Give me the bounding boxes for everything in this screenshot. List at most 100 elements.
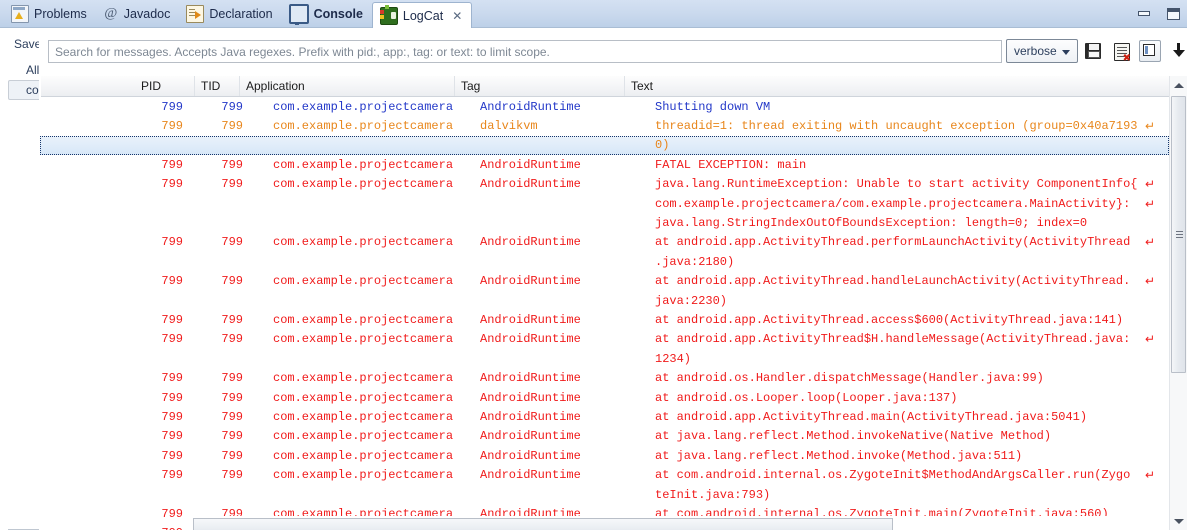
search-input[interactable]	[48, 40, 1002, 63]
cell-text: com.example.projectcamera/com.example.pr…	[655, 196, 1155, 211]
table-row[interactable]: 799 799 com.example.projectcamera AndroidRu…	[40, 446, 1169, 465]
cell-app: com.example.projectcamera	[273, 157, 454, 172]
table-row[interactable]: 799 799 com.example.projectcamera AndroidRu…	[40, 427, 1169, 446]
column-header-tid[interactable]: TID	[195, 76, 240, 96]
table-row[interactable]: 799 799 com.example.projectcamera AndroidRu…	[40, 330, 1169, 349]
vertical-scrollbar-thumb[interactable]	[1171, 96, 1186, 373]
cell-pid: 799	[161, 390, 183, 405]
tab-javadoc[interactable]: @ Javadoc	[96, 0, 180, 28]
wrap-indicator-icon: ↵	[1144, 235, 1155, 250]
table-body[interactable]: 799 799 com.example.projectcamera AndroidRu…	[40, 97, 1169, 530]
scroll-up-arrow-icon[interactable]	[1170, 76, 1187, 93]
table-row[interactable]: com.example.projectcamera/com.example.pr…	[40, 194, 1169, 213]
cell-app: com.example.projectcamera	[273, 409, 454, 424]
cell-text: .java:2180)	[655, 254, 735, 269]
filter-item-all-messages[interactable]: All messages (no filters)	[8, 60, 39, 80]
table-row[interactable]: 799 799 com.example.projectcamera AndroidRu…	[40, 368, 1169, 387]
cell-tag: AndroidRuntime	[480, 390, 581, 405]
table-row[interactable]: 799 799 com.example.projectcamera AndroidRu…	[40, 97, 1169, 116]
cell-app: com.example.projectcamera	[273, 468, 454, 483]
column-header-pid[interactable]: PID	[135, 76, 195, 96]
logcat-toolbar: verbose	[40, 36, 1187, 70]
log-level-select[interactable]: verbose	[1006, 39, 1078, 63]
table-header-row: PID TID Application Tag Text	[40, 76, 1187, 97]
cell-tid: 799	[221, 390, 243, 405]
declaration-icon	[186, 5, 205, 23]
cell-text: at android.app.ActivityThread.performLau…	[655, 235, 1155, 250]
tab-label: Declaration	[209, 7, 273, 21]
vertical-scrollbar[interactable]	[1169, 76, 1187, 530]
javadoc-icon: @	[104, 6, 118, 21]
cell-text: at java.lang.reflect.Method.invoke(Metho…	[655, 448, 1023, 463]
cell-tag: AndroidRuntime	[480, 312, 581, 327]
cell-tag: AndroidRuntime	[480, 99, 581, 114]
table-row[interactable]: 799 799 com.example.projectcamera dalvikvm t…	[40, 116, 1169, 135]
column-header-blank[interactable]	[40, 76, 135, 96]
cell-tid: 799	[221, 119, 243, 134]
cell-text: 1234)	[655, 351, 692, 366]
tab-console[interactable]: Console	[282, 0, 372, 28]
chevron-down-icon	[1062, 50, 1070, 55]
table-row[interactable]: 799 799 com.example.projectcamera AndroidRu…	[40, 407, 1169, 426]
table-row[interactable]: 799 799 com.example.projectcamera AndroidRu…	[40, 310, 1169, 329]
cell-tid: 799	[221, 157, 243, 172]
table-row[interactable]: 799 799 com.example.projectcamera AndroidRu…	[40, 272, 1169, 291]
tab-list: Problems @ Javadoc Declaration Console L…	[4, 0, 473, 28]
cell-tid: 799	[221, 429, 243, 444]
table-row[interactable]: .java:2180)	[40, 252, 1169, 271]
table-row[interactable]: 0)	[40, 135, 1169, 156]
cell-pid: 799	[161, 506, 183, 521]
horizontal-scrollbar-thumb[interactable]	[193, 518, 893, 530]
table-row[interactable]: 799 799 com.example.projectcamera AndroidRu…	[40, 465, 1169, 484]
minimize-icon[interactable]	[1137, 6, 1153, 22]
cell-pid: 799	[161, 119, 183, 134]
scroll-down-arrow-icon[interactable]	[1170, 513, 1187, 530]
cell-pid: 799	[161, 429, 183, 444]
column-header-tag[interactable]: Tag	[455, 76, 625, 96]
table-row[interactable]: java:2230)	[40, 291, 1169, 310]
display-saved-filters-button[interactable]	[1139, 40, 1161, 62]
cell-tid: 799	[221, 312, 243, 327]
close-icon[interactable]: ✕	[452, 10, 462, 22]
cell-text: at android.app.ActivityThread.handleLaun…	[655, 274, 1155, 289]
cell-tag: AndroidRuntime	[480, 409, 581, 424]
tab-logcat[interactable]: LogCat ✕	[371, 2, 473, 28]
cell-text: java.lang.RuntimeException: Unable to st…	[655, 177, 1155, 192]
table-row[interactable]: 799 799 com.example.projectcamera AndroidRu…	[40, 233, 1169, 252]
table-row[interactable]: teInit.java:793)	[40, 485, 1169, 504]
cell-tag: dalvikvm	[480, 119, 538, 134]
tab-label: LogCat	[402, 8, 444, 23]
table-row[interactable]: 1234)	[40, 349, 1169, 368]
tab-declaration[interactable]: Declaration	[179, 0, 281, 28]
cell-pid: 799	[161, 371, 183, 386]
table-row[interactable]: java.lang.StringIndexOutOfBoundsExceptio…	[40, 213, 1169, 232]
horizontal-scrollbar[interactable]	[193, 516, 1147, 530]
cell-text: at com.android.internal.os.ZygoteInit$Me…	[655, 468, 1155, 483]
cell-text: at android.app.ActivityThread.main(Activ…	[655, 409, 1088, 424]
console-icon	[288, 4, 309, 25]
scroll-lock-button[interactable]	[1169, 41, 1187, 61]
cell-tid: 799	[221, 448, 243, 463]
table-row[interactable]: 799 799 com.example.projectcamera AndroidRu…	[40, 175, 1169, 194]
cell-tag: AndroidRuntime	[480, 177, 581, 192]
clear-log-button[interactable]	[1111, 41, 1131, 64]
column-header-application[interactable]: Application	[240, 76, 455, 96]
maximize-icon[interactable]	[1165, 6, 1181, 22]
wrap-indicator-icon: ↵	[1144, 332, 1155, 347]
save-log-button[interactable]	[1083, 41, 1103, 61]
cell-text: teInit.java:793)	[655, 487, 771, 502]
table-row[interactable]: 799 799 com.example.projectcamera AndroidRu…	[40, 155, 1169, 174]
cell-pid: 799	[161, 157, 183, 172]
view-tabstrip: Problems @ Javadoc Declaration Console L…	[0, 0, 1187, 28]
table-row[interactable]: 799 799 com.example.projectcamera AndroidRu…	[40, 388, 1169, 407]
filter-item-projectcamera[interactable]: com.example.projectcamera	[8, 80, 39, 100]
cell-text: at android.app.ActivityThread.access$600…	[655, 312, 1124, 327]
floppy-disk-icon	[1085, 43, 1101, 59]
tab-problems[interactable]: Problems	[4, 0, 96, 28]
window-controls	[1137, 0, 1181, 28]
cell-pid: 799	[161, 332, 183, 347]
cell-pid: 799	[40, 526, 195, 530]
cell-tid: 799	[221, 274, 243, 289]
cell-text: threadid=1: thread exiting with uncaught…	[655, 119, 1155, 134]
column-header-text[interactable]: Text	[625, 76, 1165, 96]
